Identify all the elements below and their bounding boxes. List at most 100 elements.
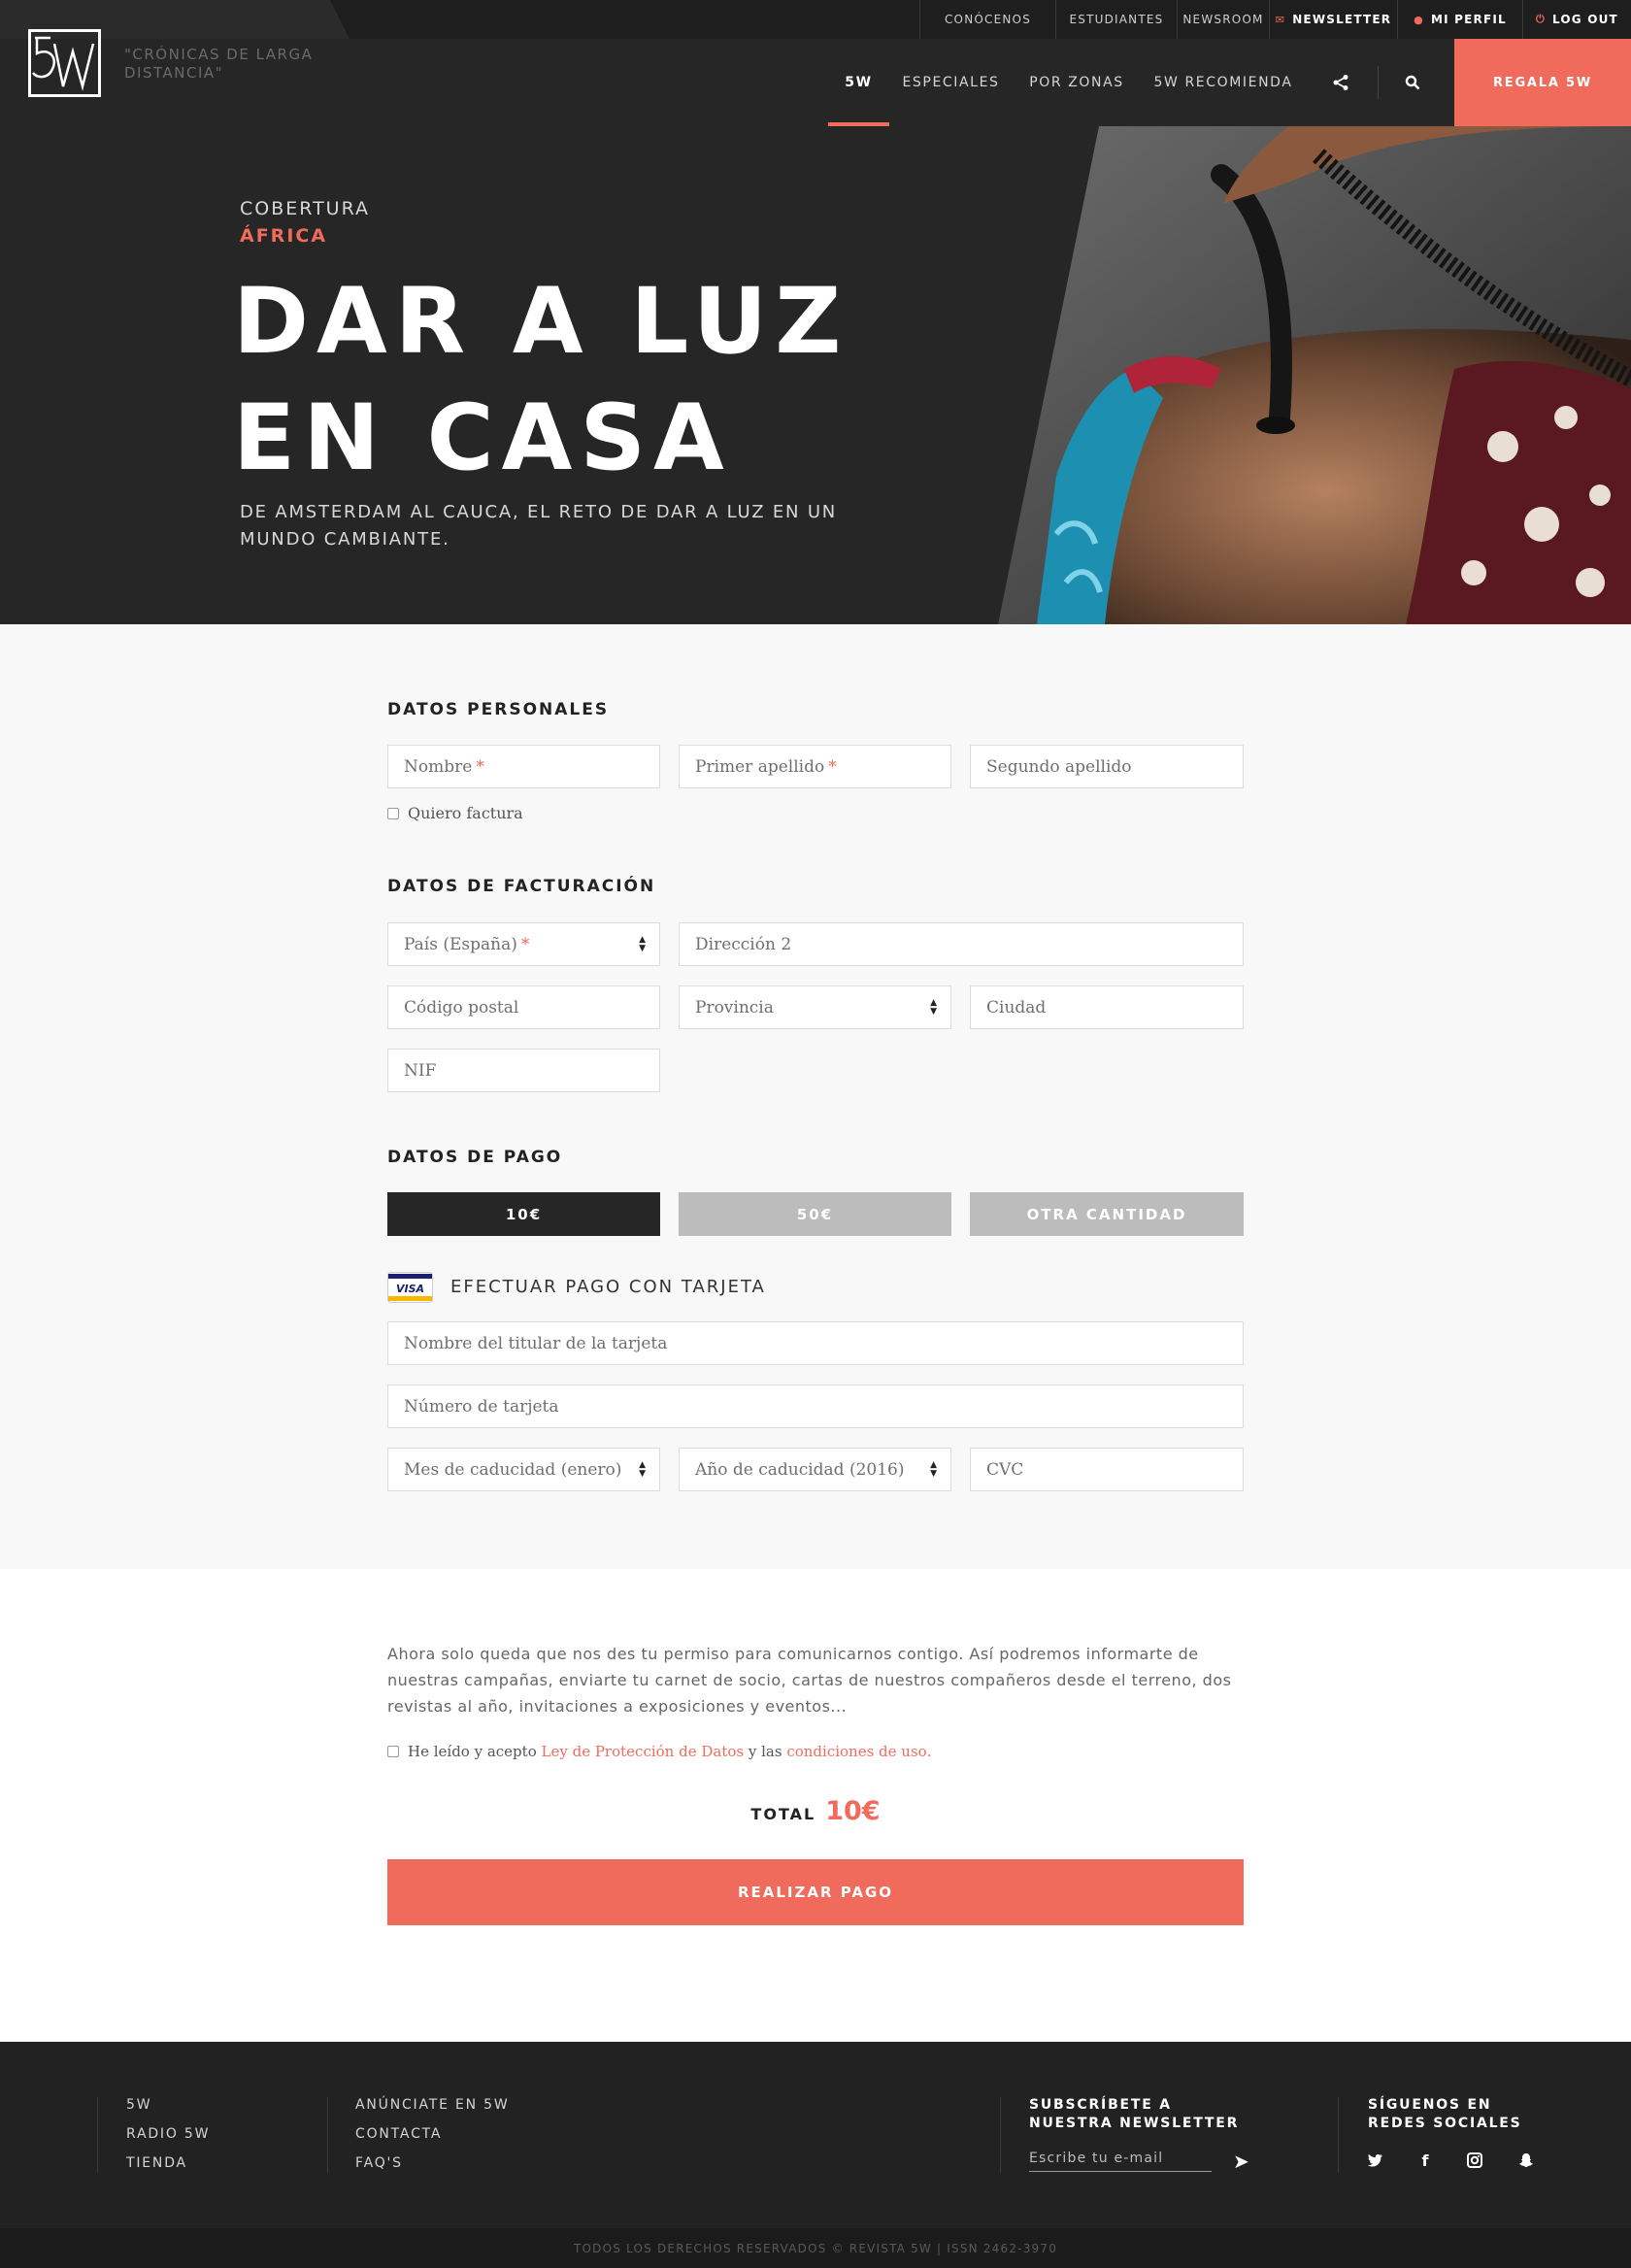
footer-link-faqs[interactable]: FAQ'S <box>355 2155 403 2171</box>
nav-item-por-zonas[interactable]: POR ZONAS <box>1013 39 1141 126</box>
footer-divider <box>327 2097 328 2173</box>
segundo-apellido-field[interactable]: Segundo apellido <box>970 745 1244 788</box>
data-protection-link[interactable]: Ley de Protección de Datos <box>542 1743 745 1760</box>
topbar-link-conocenos[interactable]: CONÓCENOS <box>919 0 1055 39</box>
order-total: TOTAL 10€ <box>0 1796 1631 1826</box>
footer-link-contacta[interactable]: CONTACTA <box>355 2126 442 2142</box>
expiry-year-select[interactable]: Año de caducidad (2016) ▲ ▼ <box>679 1448 951 1491</box>
topbar-logout-link[interactable]: ⏻ LOG OUT <box>1522 0 1631 39</box>
topbar-link-estudiantes[interactable]: ESTUDIANTES <box>1055 0 1177 39</box>
search-icon[interactable] <box>1389 39 1436 126</box>
share-icon[interactable] <box>1317 39 1364 126</box>
newsletter-heading: SUBSCRÍBETE A NUESTRA NEWSLETTER <box>1029 2096 1239 2133</box>
primer-apellido-placeholder: Primer apellido <box>695 756 825 777</box>
pais-value: País (España) <box>404 934 517 954</box>
expiry-month-select[interactable]: Mes de caducidad (enero) ▲ ▼ <box>387 1448 660 1491</box>
terms-checkbox-row[interactable]: He leído y acepto Ley de Protección de D… <box>387 1743 931 1760</box>
primer-apellido-field[interactable]: Primer apellido * <box>679 745 951 788</box>
nombre-field[interactable]: Nombre * <box>387 745 660 788</box>
card-holder-field[interactable]: Nombre del titular de la tarjeta <box>387 1321 1244 1365</box>
instagram-icon[interactable] <box>1463 2149 1486 2172</box>
cvc-placeholder: CVC <box>986 1459 1024 1480</box>
footer-divider <box>1338 2097 1339 2173</box>
logo-5w-mark <box>31 36 95 91</box>
terms-checkbox[interactable] <box>387 1746 399 1757</box>
realizar-pago-button[interactable]: REALIZAR PAGO <box>387 1859 1244 1925</box>
direccion-placeholder: Dirección 2 <box>695 934 792 954</box>
amount-option-10[interactable]: 10€ <box>387 1192 660 1236</box>
provincia-value: Provincia <box>695 997 774 1017</box>
total-value: 10€ <box>825 1796 881 1826</box>
social-heading: SÍGUENOS EN REDES SOCIALES <box>1368 2096 1522 2133</box>
footer-link-radio-5w[interactable]: RADIO 5W <box>126 2126 210 2142</box>
section-title-personal: DATOS PERSONALES <box>387 700 610 719</box>
twitter-icon[interactable] <box>1363 2149 1386 2172</box>
codigo-postal-field[interactable]: Código postal <box>387 985 660 1029</box>
terms-middle: y las <box>748 1743 782 1760</box>
site-logo[interactable] <box>28 29 101 97</box>
quiero-factura-checkbox[interactable] <box>387 807 399 819</box>
nav-separator <box>1378 66 1379 99</box>
hero-title-line-1: DAR A LUZ <box>233 269 849 375</box>
newsletter-email-input[interactable]: Escribe tu e-mail <box>1029 2151 1212 2172</box>
snapchat-icon[interactable] <box>1514 2149 1538 2172</box>
hero-category[interactable]: ÁFRICA <box>240 225 327 247</box>
nif-placeholder: NIF <box>404 1060 437 1081</box>
nav-item-5w[interactable]: 5W <box>828 39 889 126</box>
section-title-billing: DATOS DE FACTURACIÓN <box>387 877 656 896</box>
ciudad-field[interactable]: Ciudad <box>970 985 1244 1029</box>
nombre-placeholder: Nombre <box>404 756 473 777</box>
hero-title: DAR A LUZ EN CASA <box>233 264 913 497</box>
footer-link-tienda[interactable]: TIENDA <box>126 2155 187 2171</box>
hero-title-line-2: EN CASA <box>233 385 732 491</box>
required-mark: * <box>828 756 837 777</box>
topbar-link-newsroom[interactable]: NEWSROOM <box>1177 0 1269 39</box>
facebook-icon[interactable]: f <box>1414 2149 1437 2172</box>
logout-label: LOG OUT <box>1551 13 1618 26</box>
nav-item-5w-recomienda[interactable]: 5W RECOMIENDA <box>1141 39 1306 126</box>
direccion-field[interactable]: Dirección 2 <box>679 922 1244 966</box>
section-title-payment: DATOS DE PAGO <box>387 1148 563 1167</box>
newsletter-label: NEWSLETTER <box>1292 13 1392 26</box>
segundo-apellido-placeholder: Segundo apellido <box>986 756 1132 777</box>
expiry-month-value: Mes de caducidad (enero) <box>404 1459 622 1480</box>
hero-kicker: COBERTURA <box>240 198 371 219</box>
footer-divider <box>97 2097 98 2173</box>
quiero-factura-label: Quiero factura <box>408 804 523 822</box>
regala-5w-button[interactable]: REGALA 5W <box>1454 39 1631 126</box>
copyright-bar: TODOS LOS DERECHOS RESERVADOS © REVISTA … <box>0 2228 1631 2268</box>
provincia-select[interactable]: Provincia ▲ ▼ <box>679 985 951 1029</box>
amount-option-50[interactable]: 50€ <box>679 1192 951 1236</box>
expiry-year-value: Año de caducidad (2016) <box>695 1459 905 1480</box>
hero-photo <box>998 126 1631 624</box>
nav-item-especiales[interactable]: ESPECIALES <box>889 39 1013 126</box>
quiero-factura-checkbox-row[interactable]: Quiero factura <box>387 804 523 822</box>
terms-of-use-link[interactable]: condiciones de uso <box>786 1743 926 1760</box>
topbar-profile-link[interactable]: ● MI PERFIL <box>1397 0 1522 39</box>
social-heading-line-2: REDES SOCIALES <box>1368 2116 1522 2131</box>
card-holder-placeholder: Nombre del titular de la tarjeta <box>404 1333 668 1353</box>
select-arrows-icon: ▲ ▼ <box>930 1460 937 1479</box>
select-arrows-icon: ▲ ▼ <box>930 998 937 1017</box>
codigo-postal-placeholder: Código postal <box>404 997 519 1017</box>
pais-select[interactable]: País (España) * ▲ ▼ <box>387 922 660 966</box>
ciudad-placeholder: Ciudad <box>986 997 1047 1017</box>
consent-paragraph: Ahora solo queda que nos des tu permiso … <box>387 1645 1232 1716</box>
power-icon: ⏻ <box>1536 13 1546 25</box>
card-payment-title: EFECTUAR PAGO CON TARJETA <box>450 1277 766 1297</box>
newsletter-heading-line-2: NUESTRA NEWSLETTER <box>1029 2116 1240 2131</box>
send-arrow-icon[interactable]: ➤ <box>1233 2150 1249 2173</box>
cvc-field[interactable]: CVC <box>970 1448 1244 1491</box>
terms-prefix: He leído y acepto <box>408 1743 537 1760</box>
site-tagline: "CRÓNICAS DE LARGA DISTANCIA" <box>124 46 314 82</box>
site-footer <box>0 2042 1631 2228</box>
required-mark: * <box>476 756 484 777</box>
nif-field[interactable]: NIF <box>387 1049 660 1092</box>
amount-option-other[interactable]: OTRA CANTIDAD <box>970 1192 1244 1236</box>
footer-divider <box>1000 2097 1001 2173</box>
footer-link-anunciate[interactable]: ANÚNCIATE EN 5W <box>355 2097 510 2113</box>
profile-label: MI PERFIL <box>1430 13 1507 26</box>
topbar-newsletter-link[interactable]: ✉ NEWSLETTER <box>1269 0 1397 39</box>
footer-link-5w[interactable]: 5W <box>126 2097 151 2113</box>
card-number-field[interactable]: Número de tarjeta <box>387 1384 1244 1428</box>
